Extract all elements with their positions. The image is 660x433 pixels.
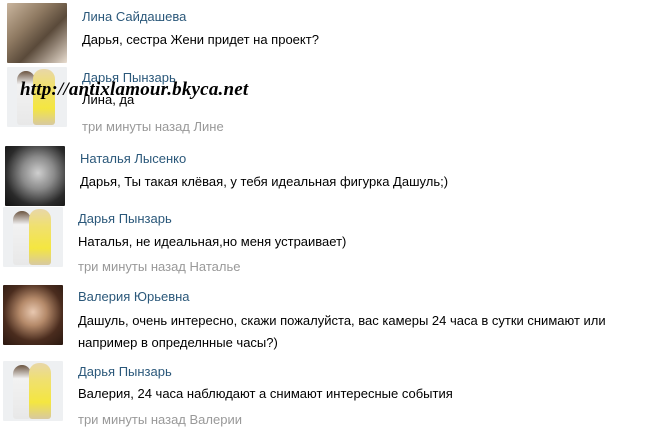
avatar[interactable]: [7, 3, 67, 63]
author-name[interactable]: Дарья Пынзарь: [78, 364, 172, 379]
author-name[interactable]: Валерия Юрьевна: [78, 289, 190, 304]
comment-text: Дашуль, очень интересно, скажи пожалуйст…: [78, 313, 606, 328]
avatar[interactable]: [3, 207, 63, 267]
author-name[interactable]: Дарья Пынзарь: [78, 211, 172, 226]
author-name[interactable]: Лина Сайдашева: [82, 9, 186, 24]
comment-timestamp[interactable]: три минуты назад Наталье: [78, 259, 240, 274]
comment-timestamp[interactable]: три минуты назад Валерии: [78, 412, 242, 427]
comment-timestamp[interactable]: три минуты назад Лине: [82, 119, 224, 134]
avatar[interactable]: [3, 285, 63, 345]
avatar[interactable]: [5, 146, 65, 206]
watermark-url: http://antixlamour.bkyca.net: [20, 79, 249, 100]
avatar[interactable]: [3, 361, 63, 421]
comment-text: Дарья, Ты такая клёвая, у тебя идеальная…: [80, 174, 449, 189]
author-name[interactable]: Наталья Лысенко: [80, 151, 186, 166]
comment-text: Дарья, сестра Жени придет на проект?: [82, 32, 319, 47]
comment-text-continuation: например в определнные часы?): [78, 335, 278, 350]
comment-text: Наталья, не идеальная,но меня устраивает…: [78, 234, 347, 249]
comment-text: Валерия, 24 часа наблюдают а снимают инт…: [78, 386, 453, 401]
